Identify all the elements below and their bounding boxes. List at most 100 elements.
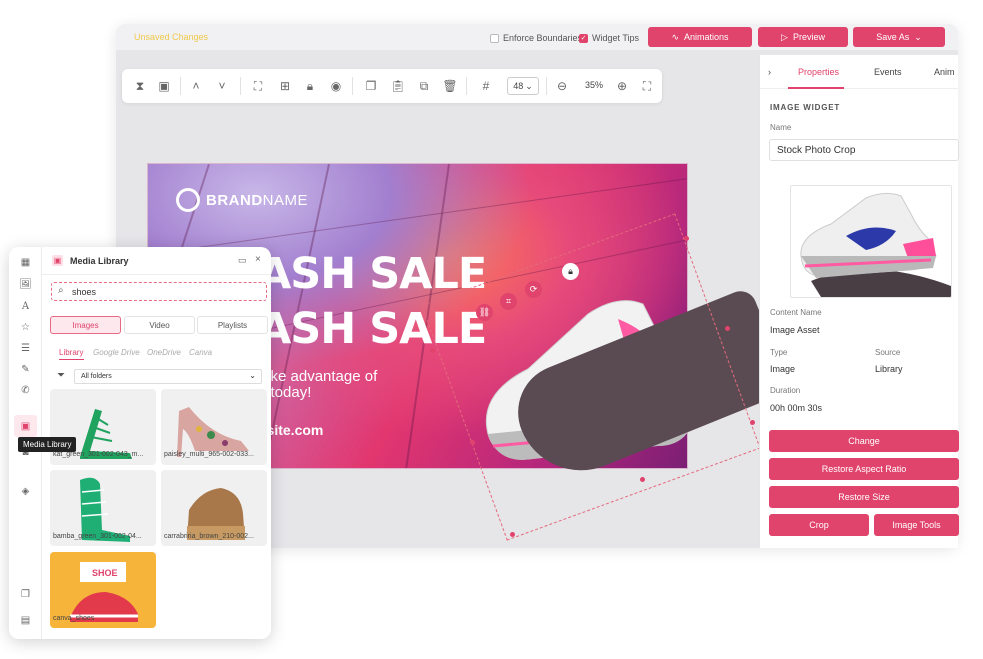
database-icon[interactable]: ☰ [19, 342, 32, 355]
duplicate-icon[interactable]: ⧉ [416, 78, 432, 94]
crop-button[interactable]: Crop [769, 514, 869, 536]
headline-1: ASH SALE [258, 249, 487, 299]
media-library-header: ▣ Media Library ▭ × [42, 247, 271, 275]
enforce-boundaries-checkbox[interactable]: Enforce Boundaries [490, 33, 582, 43]
restore-size-button[interactable]: Restore Size [769, 486, 959, 508]
link-icon[interactable]: ⛓ [476, 304, 493, 321]
filter-icon[interactable]: ⏷ [57, 370, 65, 381]
divider [180, 77, 181, 95]
duration-value: 00h 00m 30s [770, 403, 823, 413]
zoom-in-icon[interactable]: ⊕ [614, 78, 630, 94]
magic-wand-icon[interactable]: ✎ [19, 363, 32, 376]
resize-handle[interactable] [725, 326, 730, 331]
divider [546, 77, 547, 95]
duration-label: Duration [770, 386, 801, 395]
grid-size-select[interactable]: 48 ⌄ [507, 77, 539, 95]
media-library-tooltip: Media Library [18, 437, 77, 452]
resize-icon[interactable]: ⊞ [277, 78, 293, 94]
segment-playlists[interactable]: Playlists [197, 316, 268, 334]
change-button[interactable]: Change [769, 430, 959, 452]
source-library[interactable]: Library [59, 348, 83, 357]
resize-handle[interactable] [430, 348, 435, 353]
media-item-label: canva_shoes [53, 615, 95, 622]
lock-icon[interactable]: 🔒︎ [302, 78, 318, 94]
active-source-indicator [59, 359, 84, 360]
preview-button[interactable]: ▷ Preview [758, 27, 848, 47]
save-as-button[interactable]: Save As ⌄ [853, 27, 945, 47]
text-icon[interactable]: A [19, 300, 32, 313]
collapse-chevron-icon[interactable]: › [768, 67, 771, 77]
resize-handle[interactable] [684, 236, 689, 241]
tab-events[interactable]: Events [874, 67, 902, 77]
rotate-icon[interactable]: ⟳ [525, 281, 542, 298]
media-library-icon[interactable]: ▣ [19, 420, 32, 433]
resize-handle[interactable] [640, 477, 645, 482]
close-icon[interactable]: × [255, 254, 261, 265]
tagline-line-2: e today! [258, 384, 312, 401]
widget-tips-checkbox[interactable]: ✓ Widget Tips [579, 33, 639, 43]
bring-forward-icon[interactable]: ˄ [188, 78, 204, 94]
send-backward-icon[interactable]: ˅ [214, 78, 230, 94]
tab-properties[interactable]: Properties [798, 67, 839, 77]
tagline: take advantage of e today! [258, 369, 377, 401]
widget-tips-label: Widget Tips [592, 33, 640, 43]
active-tab-indicator [788, 87, 844, 89]
divider [240, 77, 241, 95]
segment-video[interactable]: Video [124, 316, 195, 334]
chevron-down-icon: ⌄ [914, 31, 922, 42]
zoom-level: 35% [585, 80, 604, 90]
resize-handle[interactable] [470, 440, 475, 445]
brand-ring-icon [176, 188, 200, 212]
canvas-toolbar: ⧗ ▣ ˄ ˅ ⛶ ⊞ 🔒︎ ◉ ❐ 📋︎ ⧉ 🗑︎ # 48 ⌄ ⊖ 35% … [122, 69, 662, 103]
svg-text:SHOE: SHOE [92, 568, 118, 578]
minimize-icon[interactable]: ▭ [238, 255, 247, 266]
media-item-label: kat_green_301-002-043_m... [53, 451, 144, 458]
type-label: Type [770, 348, 788, 357]
grid-icon[interactable]: # [478, 78, 494, 94]
chevron-down-icon: ⌄ [525, 80, 533, 91]
folder-select-value: All folders [81, 373, 112, 380]
content-name-label: Content Name [770, 308, 822, 317]
resize-handle[interactable] [510, 532, 515, 537]
copy-icon[interactable]: ❐ [363, 78, 379, 94]
grid-size-value: 48 [513, 81, 524, 91]
resize-handle[interactable] [750, 420, 755, 425]
animations-label: Animations [684, 32, 729, 42]
divider [352, 77, 353, 95]
image-thumbnail [790, 185, 952, 298]
align-middle-icon[interactable]: ▣ [156, 78, 172, 94]
animations-button[interactable]: ∿ Animations [648, 27, 752, 47]
brand-logo: BRAND NAME [176, 188, 308, 212]
source-onedrive[interactable]: OneDrive [147, 348, 181, 357]
fit-frame-icon[interactable]: ⛶ [250, 78, 266, 94]
segment-images[interactable]: Images [50, 316, 121, 334]
widgets-grid-icon[interactable]: ▦ [19, 256, 32, 269]
source-canva[interactable]: Canva [189, 348, 212, 357]
phone-icon[interactable]: ✆ [19, 384, 32, 397]
source-google-drive[interactable]: Google Drive [93, 348, 140, 357]
trash-icon[interactable]: 🗑︎ [442, 78, 458, 94]
paste-icon[interactable]: 📋︎ [390, 78, 406, 94]
star-icon[interactable]: ☆ [19, 321, 32, 334]
restore-aspect-ratio-button[interactable]: Restore Aspect Ratio [769, 458, 959, 480]
lock-icon[interactable]: 🔒︎ [562, 263, 579, 280]
align-center-icon[interactable]: ⧗ [132, 78, 148, 94]
fullscreen-icon[interactable]: ⛶ [639, 78, 655, 94]
properties-panel: › Properties Events Anim IMAGE WIDGET Na… [759, 55, 959, 548]
tab-animations[interactable]: Anim [934, 67, 955, 77]
sneaker-thumbnail [800, 192, 951, 297]
name-field[interactable]: Stock Photo Crop [769, 139, 959, 161]
zoom-out-icon[interactable]: ⊖ [554, 78, 570, 94]
search-icon: ⌕ [58, 285, 64, 296]
image-tools-button[interactable]: Image Tools [874, 514, 959, 536]
visibility-icon[interactable]: ◉ [328, 78, 344, 94]
crop-icon[interactable]: ⌗ [500, 293, 517, 310]
folder-select[interactable]: All folders ⌄ [74, 369, 262, 384]
copy-icon[interactable]: ❐ [19, 588, 32, 601]
search-input[interactable]: ⌕ shoes [51, 282, 267, 301]
source-value: Library [875, 364, 903, 374]
image-icon[interactable]: 🖼︎ [19, 278, 32, 291]
chevron-down-icon: ⌄ [249, 371, 256, 380]
clipboard-icon[interactable]: ▤ [19, 614, 32, 627]
layers-icon[interactable]: ◈ [19, 485, 32, 498]
